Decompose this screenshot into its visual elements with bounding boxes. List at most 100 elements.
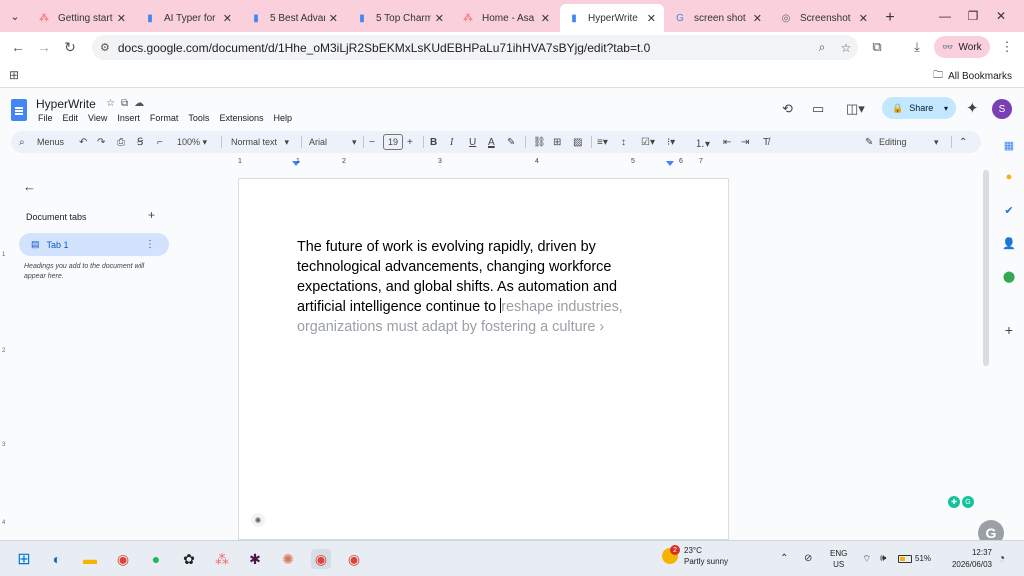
- vertical-scrollbar[interactable]: [983, 170, 989, 366]
- menu-extensions[interactable]: Extensions: [219, 113, 263, 123]
- menu-insert[interactable]: Insert: [117, 113, 140, 123]
- volume-icon[interactable]: 🕪: [880, 553, 886, 564]
- tab-search-icon[interactable]: ⌄: [0, 0, 30, 32]
- browser-menu-icon[interactable]: ⋮: [996, 32, 1018, 62]
- chrome-icon[interactable]: ◉: [113, 549, 133, 569]
- contacts-icon[interactable]: 👤: [1002, 236, 1016, 250]
- checklist-icon[interactable]: ☑▾: [641, 131, 655, 153]
- browser-tab[interactable]: ⁂ Home - Asa ✕: [454, 4, 558, 32]
- tray-app-icon[interactable]: ⊘: [804, 553, 812, 564]
- bold-icon[interactable]: B: [430, 131, 437, 153]
- comments-icon[interactable]: ▭: [812, 101, 824, 117]
- site-info-icon[interactable]: ⚙: [100, 41, 110, 54]
- address-bar[interactable]: ⚙ docs.google.com/document/d/1Hhe_oM3iLj…: [92, 35, 858, 60]
- increase-indent-icon[interactable]: ⇥: [741, 131, 749, 153]
- calendar-icon[interactable]: ▦: [1002, 138, 1016, 152]
- browser-tab[interactable]: ⁂ Getting start ✕: [30, 4, 134, 32]
- font-size-decrease-icon[interactable]: −: [369, 131, 375, 153]
- document-page[interactable]: The future of work is evolving rapidly, …: [238, 178, 729, 540]
- chrome-work-icon[interactable]: ◉: [311, 549, 331, 569]
- start-menu-icon[interactable]: ⊞: [14, 549, 34, 569]
- spellcheck-icon[interactable]: Ꞩ: [137, 131, 143, 153]
- chrome-profile-icon[interactable]: ◉: [344, 549, 364, 569]
- menu-tools[interactable]: Tools: [188, 113, 209, 123]
- horizontal-ruler[interactable]: 1 1 2 3 4 5 6 7: [238, 155, 728, 169]
- wifi-icon[interactable]: ⌔: [862, 553, 871, 566]
- keep-icon[interactable]: ●: [1002, 170, 1016, 184]
- all-bookmarks-button[interactable]: 🗀 All Bookmarks: [933, 68, 1012, 85]
- clear-formatting-icon[interactable]: T̸: [763, 131, 769, 153]
- align-icon[interactable]: ≡▾: [597, 131, 608, 153]
- decrease-indent-icon[interactable]: ⇤: [723, 131, 731, 153]
- close-window-icon[interactable]: ✕: [978, 0, 1024, 32]
- browser-tab[interactable]: ◎ Screenshot ✕: [772, 4, 876, 32]
- meet-icon[interactable]: ◫▾: [846, 101, 865, 117]
- paragraph-style-select[interactable]: Normal text ▾: [231, 131, 289, 153]
- editing-mode-icon[interactable]: ✎: [865, 131, 873, 153]
- grammarly-pin-icon[interactable]: ✚: [948, 496, 960, 508]
- get-addons-icon[interactable]: +: [1002, 322, 1016, 338]
- file-explorer-icon[interactable]: ▬: [80, 549, 100, 569]
- document-body[interactable]: The future of work is evolving rapidly, …: [297, 237, 657, 337]
- close-tab-icon[interactable]: ✕: [329, 12, 338, 25]
- gemini-sparkle-icon[interactable]: ✦: [966, 99, 979, 117]
- edge-icon[interactable]: ◐: [47, 549, 67, 569]
- menu-format[interactable]: Format: [150, 113, 179, 123]
- print-icon[interactable]: ⎙: [117, 131, 125, 153]
- url-text[interactable]: docs.google.com/document/d/1Hhe_oM3iLjR2…: [118, 41, 810, 55]
- maps-icon[interactable]: ⬤: [1002, 269, 1016, 283]
- close-tab-icon[interactable]: ✕: [117, 12, 126, 25]
- asana-icon[interactable]: ⁂: [212, 549, 232, 569]
- text-color-icon[interactable]: A: [488, 131, 495, 153]
- cloud-status-icon[interactable]: ☁: [134, 98, 144, 109]
- editing-mode-select[interactable]: Editing ▾: [879, 131, 939, 153]
- extensions-icon[interactable]: ⧉: [866, 32, 888, 62]
- menus-search-label[interactable]: Menus: [37, 131, 64, 153]
- tray-expand-icon[interactable]: ⌃: [780, 553, 788, 564]
- menu-edit[interactable]: Edit: [63, 113, 79, 123]
- chatgpt-icon[interactable]: ✿: [179, 549, 199, 569]
- browser-tab[interactable]: ▮ HyperWrite ✕: [560, 4, 664, 32]
- browser-tab[interactable]: ▮ 5 Top Charm ✕: [348, 4, 452, 32]
- close-tab-icon[interactable]: ✕: [753, 12, 762, 25]
- battery-indicator[interactable]: 51%: [898, 554, 931, 563]
- share-dropdown-icon[interactable]: ▾: [944, 104, 948, 113]
- paint-format-icon[interactable]: ⌐: [157, 131, 163, 153]
- underline-icon[interactable]: U: [469, 131, 476, 153]
- add-tab-icon[interactable]: +: [148, 208, 155, 222]
- menu-view[interactable]: View: [88, 113, 107, 123]
- star-icon[interactable]: ☆: [106, 98, 115, 109]
- undo-icon[interactable]: ↶: [79, 131, 87, 153]
- avatar[interactable]: S: [992, 99, 1012, 119]
- close-tab-icon[interactable]: ✕: [541, 12, 550, 25]
- browser-tab[interactable]: Gscreen shot ✕: [666, 4, 770, 32]
- document-tab-1[interactable]: ▤ Tab 1 ⋮: [19, 233, 169, 256]
- docs-logo-icon[interactable]: [11, 99, 27, 121]
- back-icon[interactable]: ←: [4, 33, 32, 61]
- zoom-lens-icon[interactable]: ⌕: [810, 40, 834, 55]
- collapse-toolbar-icon[interactable]: ⌃: [959, 131, 967, 153]
- add-comment-icon[interactable]: ⊞: [553, 131, 561, 153]
- zoom-select[interactable]: 100% ▾: [177, 131, 207, 153]
- close-outline-icon[interactable]: ←: [23, 179, 36, 194]
- close-tab-icon[interactable]: ✕: [647, 12, 656, 25]
- tab-options-icon[interactable]: ⋮: [145, 239, 155, 250]
- italic-icon[interactable]: I: [450, 131, 453, 153]
- apps-grid-icon[interactable]: ⊞: [9, 68, 19, 82]
- input-language[interactable]: ENG US: [830, 548, 847, 570]
- forward-icon[interactable]: →: [30, 33, 58, 61]
- new-tab-button[interactable]: +: [878, 4, 902, 32]
- right-indent-marker[interactable]: [666, 161, 674, 166]
- download-icon[interactable]: ⤓: [906, 32, 928, 62]
- menu-help[interactable]: Help: [273, 113, 292, 123]
- menus-search-icon[interactable]: ⌕: [19, 131, 25, 153]
- browser-tab[interactable]: ▮ 5 Best Advan ✕: [242, 4, 346, 32]
- spotify-icon[interactable]: ●: [146, 549, 166, 569]
- share-button[interactable]: 🔒 Share ▾: [882, 97, 956, 119]
- menu-file[interactable]: File: [38, 113, 53, 123]
- system-clock[interactable]: 12:37 2026/06/03: [944, 547, 992, 571]
- font-size-increase-icon[interactable]: +: [407, 131, 413, 153]
- insert-image-icon[interactable]: ▨: [573, 131, 582, 153]
- tasks-icon[interactable]: ✔: [1002, 203, 1016, 217]
- grammarly-badge[interactable]: ✚ G: [948, 496, 974, 508]
